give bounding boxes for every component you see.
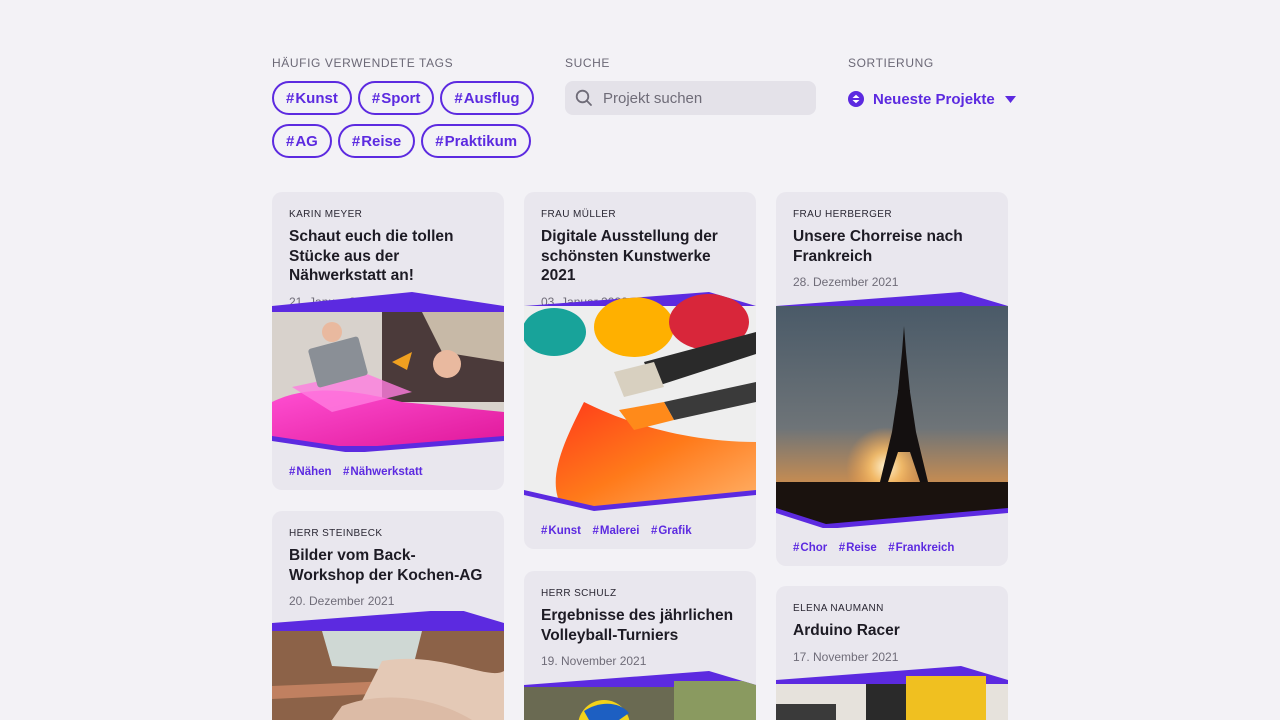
card-author: Herr Schulz <box>541 588 617 599</box>
card-title: Ergebnisse des jährlichen Volleyball-Tur… <box>541 607 734 644</box>
card-date: 20. Dezember 2021 <box>289 594 395 608</box>
tags-section-label: Häufig verwendete Tags <box>272 56 454 70</box>
search-input[interactable] <box>601 88 805 108</box>
search-section-label: Suche <box>565 56 611 70</box>
paint-brush-photo <box>524 292 756 511</box>
hash-icon: # <box>650 525 658 537</box>
volleyball-photo <box>524 671 756 720</box>
tag-filter-reise[interactable]: # Reise <box>337 124 416 158</box>
tag-filter-sport[interactable]: # Sport <box>357 81 435 115</box>
hash-icon: # <box>343 466 350 478</box>
card-tag[interactable]: #Reise <box>839 542 877 554</box>
card-title: Unsere Chorreise nach Frankreich <box>793 228 963 265</box>
chevron-down-icon <box>1004 95 1016 103</box>
hash-icon: # <box>592 525 599 537</box>
tag-filter-ausflug[interactable]: # Ausflug <box>440 81 534 115</box>
hash-icon: # <box>435 132 444 150</box>
card-title: Arduino Racer <box>793 622 900 639</box>
hash-icon: # <box>454 89 463 107</box>
hash-icon: # <box>838 542 846 554</box>
project-card[interactable]: Herr Steinbeck Bilder vom Back-Workshop … <box>272 511 504 720</box>
arduino-photo <box>776 666 1008 720</box>
card-tag[interactable]: #Nähen <box>289 466 332 478</box>
hash-icon: # <box>286 89 295 107</box>
sort-section-label: Sortierung <box>848 56 934 70</box>
card-tags: #Chor #Reise #Frankreich <box>793 538 961 556</box>
search-icon <box>575 89 592 106</box>
sort-order-icon <box>848 91 864 107</box>
hash-icon: # <box>351 132 361 150</box>
card-title: Schaut euch die tollen Stücke aus der Nä… <box>289 228 454 284</box>
project-card[interactable]: Herr Schulz Ergebnisse des jährlichen Vo… <box>524 571 756 720</box>
eiffel-tower-photo <box>776 292 1008 528</box>
card-author: Elena Naumann <box>793 603 884 614</box>
card-author: Karin Meyer <box>289 209 363 220</box>
tag-filter-kunst[interactable]: # Kunst <box>272 81 352 115</box>
card-title: Digitale Ausstellung der schönsten Kunst… <box>541 228 718 284</box>
sort-value: Neueste Projekte <box>873 90 995 108</box>
card-author: Frau Herberger <box>793 209 892 220</box>
card-tag[interactable]: #Kunst <box>541 525 581 537</box>
hash-icon: # <box>793 542 800 554</box>
card-date: 19. November 2021 <box>541 654 647 668</box>
card-author: Frau Müller <box>541 209 616 220</box>
hash-icon: # <box>289 466 296 478</box>
hash-icon: # <box>541 525 548 537</box>
project-card[interactable]: Frau Herberger Unsere Chorreise nach Fra… <box>776 192 1008 566</box>
card-tags: #Kunst #Malerei #Grafik <box>541 521 699 539</box>
tag-filter-ag[interactable]: # AG <box>272 124 332 158</box>
card-tag[interactable]: #Chor <box>793 542 827 554</box>
search-box[interactable] <box>565 81 816 115</box>
card-tag[interactable]: #Nähwerkstatt <box>343 466 423 478</box>
frequent-tags-list: # Kunst # Sport # Ausflug # AG # Reise # Praktikum <box>272 81 542 167</box>
project-card[interactable]: Elena Naumann Arduino Racer 17. November… <box>776 586 1008 720</box>
tag-filter-praktikum[interactable]: # Praktikum <box>421 124 532 158</box>
card-tag[interactable]: #Malerei <box>592 525 639 537</box>
project-card[interactable]: Karin Meyer Schaut euch die tollen Stück… <box>272 192 504 490</box>
sort-dropdown[interactable]: Neueste Projekte <box>848 86 1016 112</box>
project-card[interactable]: Frau Müller Digitale Ausstellung der sch… <box>524 192 756 549</box>
card-tags: #Nähen #Nähwerkstatt <box>289 462 430 480</box>
card-title: Bilder vom Back-Workshop der Kochen-AG <box>289 547 483 584</box>
hash-icon: # <box>888 542 895 554</box>
card-author: Herr Steinbeck <box>289 528 383 539</box>
card-tag[interactable]: #Grafik <box>651 525 692 537</box>
hash-icon: # <box>286 132 295 150</box>
baking-photo <box>272 611 504 720</box>
card-date: 28. Dezember 2021 <box>793 275 899 289</box>
card-date: 17. November 2021 <box>793 649 899 664</box>
card-tag[interactable]: #Frankreich <box>888 542 954 554</box>
sewing-photo <box>272 292 504 452</box>
hash-icon: # <box>371 89 381 107</box>
